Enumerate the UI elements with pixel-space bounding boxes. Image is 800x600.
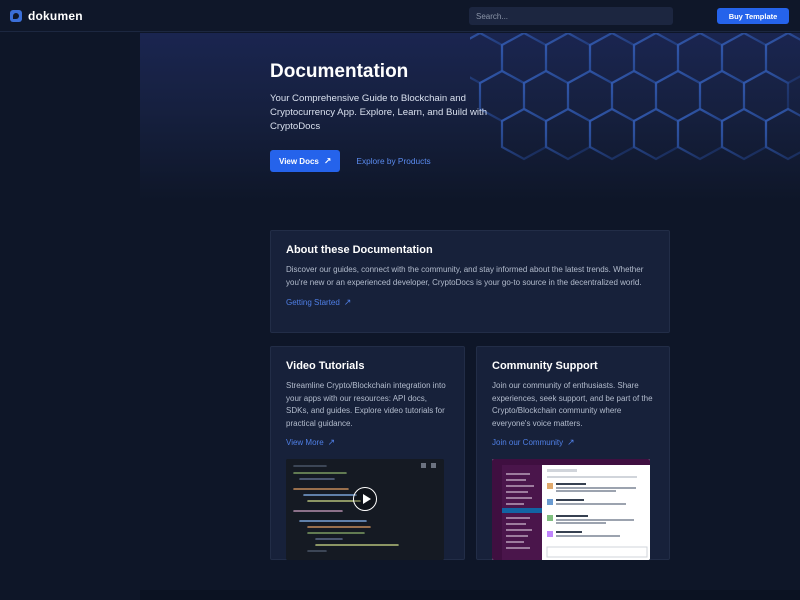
about-title: About these Documentation <box>286 244 433 256</box>
about-card: About these Documentation Discover our g… <box>270 230 670 333</box>
about-text: Discover our guides, connect with the co… <box>286 265 644 287</box>
page-title: Documentation <box>270 61 409 82</box>
hero-section: Documentation Your Comprehensive Guide t… <box>140 33 800 203</box>
video-tutorials-text: Streamline Crypto/Blockchain integration… <box>286 381 446 428</box>
top-navigation: dokumen Buy Template <box>0 0 800 32</box>
view-more-link[interactable]: View More ↗ <box>286 437 449 448</box>
explore-by-products-link[interactable]: Explore by Products <box>356 156 430 166</box>
getting-started-label: Getting Started <box>286 298 340 307</box>
video-tutorials-card: Video Tutorials Streamline Crypto/Blockc… <box>270 346 465 560</box>
dokumen-logo-icon <box>10 9 22 22</box>
footer-band <box>140 590 800 600</box>
view-more-label: View More <box>286 438 324 447</box>
buy-template-button[interactable]: Buy Template <box>717 8 789 24</box>
view-docs-label: View Docs <box>279 156 319 166</box>
play-icon[interactable] <box>353 487 377 511</box>
join-community-label: Join our Community <box>492 438 564 447</box>
video-tutorials-title: Video Tutorials <box>286 360 365 372</box>
join-community-link[interactable]: Join our Community ↗ <box>492 437 654 448</box>
hero-actions: View Docs ↗ Explore by Products <box>270 150 550 172</box>
community-support-card: Community Support Join our community of … <box>476 346 670 560</box>
community-app-thumbnail[interactable] <box>492 459 650 560</box>
community-support-text: Join our community of enthusiasts. Share… <box>492 381 653 428</box>
arrow-up-right-icon: ↗ <box>567 437 575 447</box>
search-input[interactable] <box>469 7 673 25</box>
view-docs-button[interactable]: View Docs ↗ <box>270 150 341 172</box>
hero-subtitle: Your Comprehensive Guide to Blockchain a… <box>270 93 488 132</box>
arrow-up-right-icon: ↗ <box>343 297 352 307</box>
video-thumbnail[interactable] <box>286 459 444 560</box>
arrow-up-right-icon: ↗ <box>327 437 336 447</box>
getting-started-link[interactable]: Getting Started ↗ <box>286 297 654 308</box>
sidebar <box>0 33 140 600</box>
brand-name: dokumen <box>28 8 83 23</box>
hero-content: Documentation Your Comprehensive Guide t… <box>270 61 550 172</box>
arrow-up-right-icon: ↗ <box>323 155 332 166</box>
community-support-title: Community Support <box>492 360 598 372</box>
brand[interactable]: dokumen <box>10 9 83 23</box>
chat-app-preview <box>492 459 650 560</box>
